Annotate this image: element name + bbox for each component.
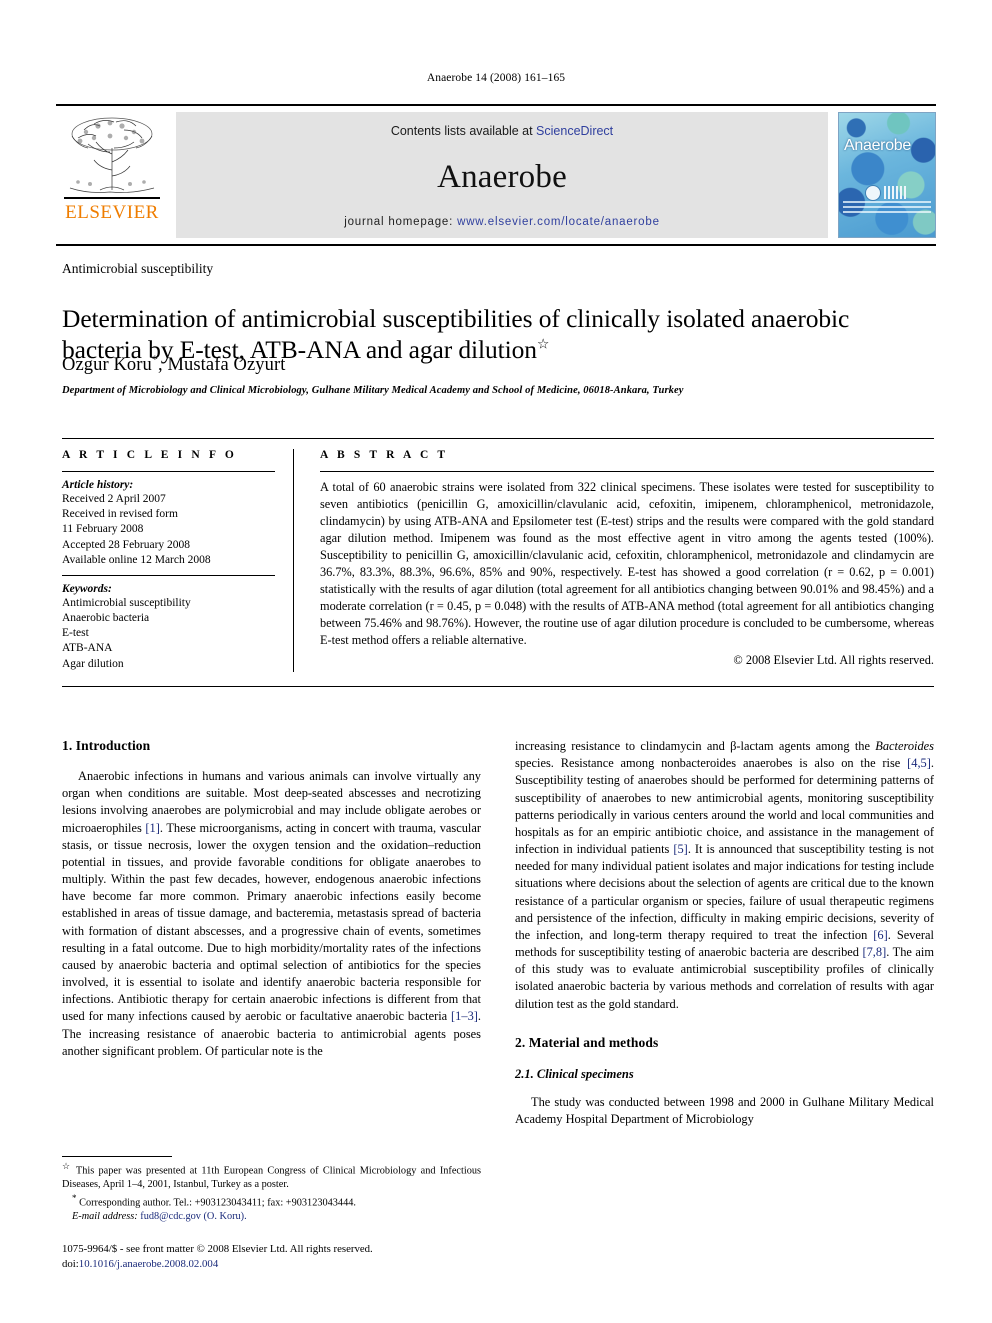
cover-logo-disc-icon	[865, 184, 881, 201]
article-section-label: Antimicrobial susceptibility	[62, 261, 214, 276]
article-history-item: 11 February 2008	[62, 523, 144, 536]
elsevier-tree-icon	[69, 117, 155, 193]
intro-text-b: . These microorganisms, acting in concer…	[62, 820, 481, 1024]
footnote-block: ☆ This paper was presented at 11th Europ…	[62, 1156, 481, 1224]
introduction-paragraph-left: Anaerobic infections in humans and vario…	[62, 768, 481, 1060]
cover-society-logo-icon	[865, 184, 909, 201]
elsevier-logo: ELSEVIER	[56, 112, 168, 238]
article-info-divider	[62, 471, 275, 472]
abstract-column: A B S T R A C T A total of 60 anaerobic …	[294, 449, 934, 672]
abstract-copyright: © 2008 Elsevier Ltd. All rights reserved…	[733, 653, 934, 668]
cover-caption-lines	[843, 201, 931, 213]
running-head: Anaerobe 14 (2008) 161–165	[426, 72, 566, 84]
issn-copyright-line: 1075-9964/$ - see front matter © 2008 El…	[62, 1243, 373, 1255]
keyword-item: ATB-ANA	[62, 642, 113, 655]
abstract-heading: A B S T R A C T	[320, 449, 449, 461]
heading-material-and-methods: 2. Material and methods	[515, 1034, 659, 1050]
article-history-item: Available online 12 March 2008	[62, 553, 211, 566]
citation-ref-1-3[interactable]: [1–3]	[451, 1009, 478, 1023]
keyword-item: Antimicrobial susceptibility	[62, 596, 191, 609]
cover-logo-bars-icon	[884, 186, 906, 199]
intro-text-c-right: increasing resistance to clindamycin and…	[515, 739, 876, 753]
footnote-star-marker: ☆	[62, 1161, 72, 1171]
genus-bacteroides: Bacteroides	[875, 739, 934, 753]
citation-ref-4-5[interactable]: [4,5]	[907, 756, 931, 770]
journal-homepage-label: journal homepage:	[344, 216, 458, 228]
keyword-item: Agar dilution	[62, 657, 124, 670]
intro-text-d: species. Resistance among nonbacteroides…	[515, 756, 908, 771]
intro-text-f: . It is announced that susceptibility te…	[515, 842, 934, 942]
footnote-asterisk-marker: *	[72, 1193, 77, 1204]
doi-label: doi:	[62, 1258, 79, 1271]
journal-cover-thumbnail: Anaerobe	[838, 112, 936, 238]
footnote-corresponding-author: * Corresponding author. Tel.: +903123043…	[62, 1192, 481, 1210]
email-label: E-mail address:	[72, 1211, 138, 1223]
sciencedirect-link[interactable]: ScienceDirect	[536, 124, 613, 138]
doi-link[interactable]: 10.1016/j.anaerobe.2008.02.004	[79, 1258, 218, 1270]
doi-line: doi:10.1016/j.anaerobe.2008.02.004	[62, 1257, 512, 1272]
article-history-item: Accepted 28 February 2008	[62, 538, 191, 551]
author-list: Ozgur Koru*, Mustafa Ozyurt	[62, 352, 285, 376]
article-info-column: A R T I C L E I N F O Article history: R…	[62, 449, 294, 672]
journal-masthead: ELSEVIER Contents lists available at Sci…	[56, 104, 936, 246]
article-history-item: Received in revised form	[62, 508, 178, 521]
imprint-block: 1075-9964/$ - see front matter © 2008 El…	[62, 1242, 512, 1272]
citation-ref-6[interactable]: [6]	[873, 928, 887, 942]
journal-band: Contents lists available at ScienceDirec…	[176, 112, 828, 238]
body-column-right: increasing resistance to clindamycin and…	[515, 738, 934, 1128]
footnote-email: E-mail address: fud8@cdc.gov (O. Koru).	[62, 1210, 481, 1224]
keywords-divider	[62, 574, 275, 576]
footnote-rule	[62, 1156, 172, 1157]
citation-ref-5[interactable]: [5]	[673, 842, 687, 856]
journal-article-page: Anaerobe 14 (2008) 161–165 ELSEVIER Cont…	[0, 0, 992, 1323]
footnote-presentation: ☆ This paper was presented at 11th Europ…	[62, 1160, 481, 1192]
abstract-divider	[320, 471, 934, 472]
keyword-item: Anaerobic bacteria	[62, 612, 150, 625]
abstract-text: A total of 60 anaerobic strains were iso…	[320, 480, 934, 648]
article-info-abstract-block: A R T I C L E I N F O Article history: R…	[62, 438, 934, 687]
body-column-left: 1. Introduction Anaerobic infections in …	[62, 738, 481, 1128]
journal-title: Anaerobe	[437, 158, 567, 195]
contents-lists-prefix: Contents lists available at	[390, 124, 537, 138]
heading-clinical-specimens: 2.1. Clinical specimens	[515, 1066, 634, 1081]
elsevier-logo-rule	[64, 197, 160, 199]
article-history-item: Received 2 April 2007	[62, 493, 166, 505]
keyword-item: E-test	[62, 627, 89, 640]
article-info-heading: A R T I C L E I N F O	[62, 449, 237, 461]
author-name-1: Ozgur Koru	[62, 355, 152, 376]
email-address-link[interactable]: fud8@cdc.gov (O. Koru).	[140, 1211, 246, 1222]
journal-homepage-line: journal homepage: www.elsevier.com/locat…	[344, 216, 660, 228]
title-footnote-marker[interactable]: ☆	[537, 338, 550, 353]
footnote-corresponding-text: Corresponding author. Tel.: +90312304341…	[79, 1197, 356, 1209]
journal-homepage-link[interactable]: www.elsevier.com/locate/anaerobe	[457, 216, 660, 228]
article-body: 1. Introduction Anaerobic infections in …	[62, 738, 934, 1128]
methods-paragraph: The study was conducted between 1998 and…	[515, 1094, 934, 1126]
keywords-label: Keywords:	[62, 582, 112, 595]
author-name-2: , Mustafa Ozyurt	[158, 355, 286, 376]
citation-ref-7-8[interactable]: [7,8]	[862, 945, 886, 959]
article-history-label: Article history:	[62, 479, 134, 491]
citation-ref-1[interactable]: [1]	[145, 821, 159, 835]
elsevier-wordmark: ELSEVIER	[65, 202, 159, 223]
introduction-paragraph-right: increasing resistance to clindamycin and…	[515, 738, 934, 1013]
cover-title: Anaerobe	[844, 137, 911, 154]
author-affiliation: Department of Microbiology and Clinical …	[62, 385, 684, 396]
heading-introduction: 1. Introduction	[62, 738, 151, 753]
contents-lists-line: Contents lists available at ScienceDirec…	[391, 124, 613, 138]
footnote-presentation-text: This paper was presented at 11th Europea…	[62, 1165, 482, 1191]
